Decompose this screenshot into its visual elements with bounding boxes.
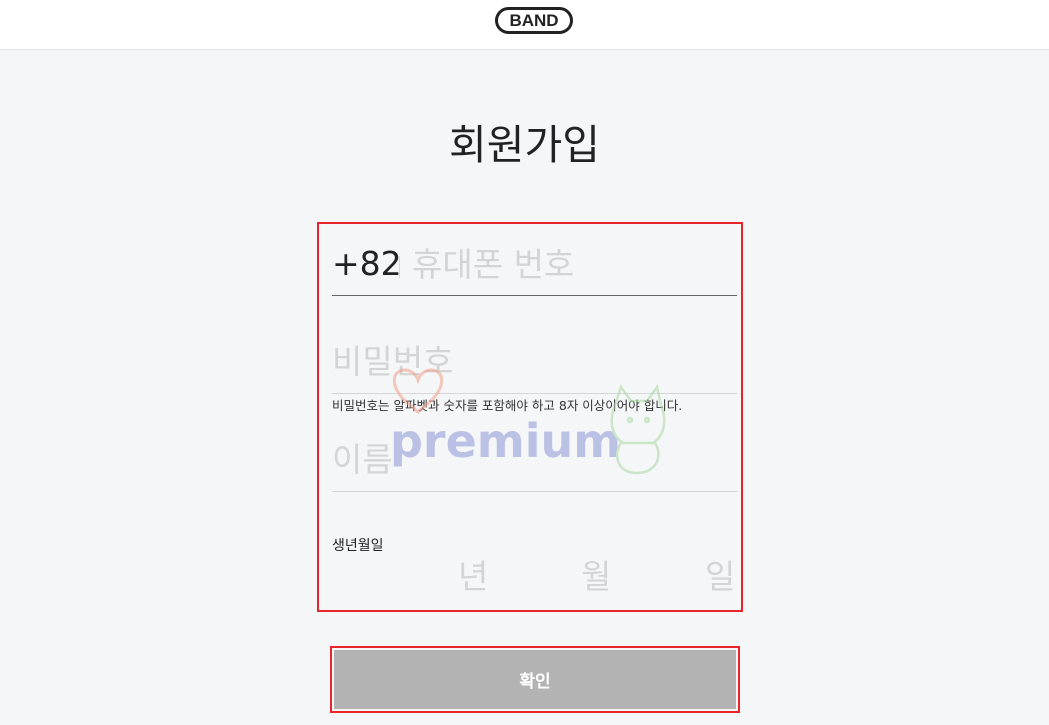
band-logo[interactable]: BAND <box>495 7 573 34</box>
password-hint: 비밀번호는 알파벳과 숫자를 포함해야 하고 8자 이상이어야 합니다. <box>332 398 683 413</box>
confirm-button-highlight: 확인 <box>330 646 740 713</box>
birthdate-label: 생년월일 <box>332 538 384 554</box>
password-field-row <box>332 334 737 394</box>
top-bar: BAND <box>0 0 1049 50</box>
birth-year-field[interactable]: 년 <box>458 555 488 599</box>
name-field-row <box>332 432 737 492</box>
phone-field-row: +82 <box>332 238 737 296</box>
page-title: 회원가입 <box>449 121 600 169</box>
phone-number-input[interactable] <box>412 242 732 286</box>
birth-month-field[interactable]: 월 <box>581 555 611 599</box>
name-input[interactable] <box>332 436 732 482</box>
birth-day-field[interactable]: 일 <box>705 555 735 599</box>
password-input[interactable] <box>332 338 732 384</box>
confirm-button[interactable]: 확인 <box>334 650 736 709</box>
divider <box>399 256 400 278</box>
country-code-selector[interactable]: +82 <box>332 242 402 286</box>
